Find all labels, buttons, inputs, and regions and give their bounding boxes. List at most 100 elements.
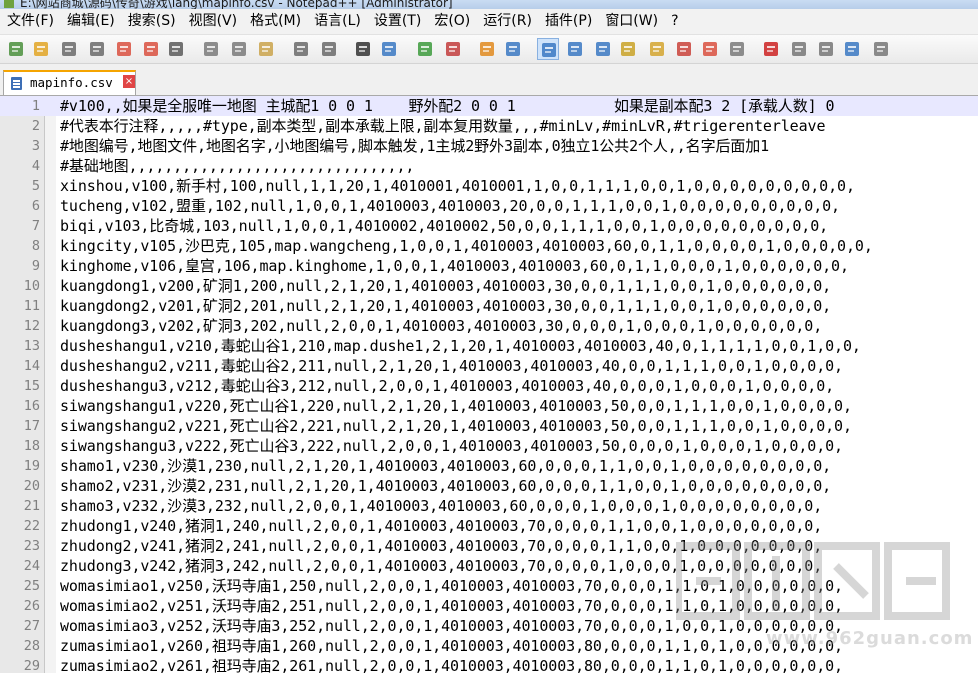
close-icon[interactable] [113, 38, 135, 60]
editor-line[interactable]: 16 siwangshangu1,v220,死亡山谷1,220,null,2,1,… [0, 396, 978, 416]
menu-item-8[interactable]: 运行(R) [476, 9, 538, 34]
line-text[interactable]: #v100,,如果是全服唯一地图 主城配1 0 0 1 野外配2 0 0 1 如… [60, 96, 834, 116]
line-text[interactable]: #地图编号,地图文件,地图名字,小地图编号,脚本触发,1主城2野外3副本,0独立… [60, 136, 769, 156]
editor-line[interactable]: 5 xinshou,v100,新手村,100,null,1,1,20,1,4010… [0, 176, 978, 196]
editor-line[interactable]: 15 dusheshangu3,v212,毒蛇山谷3,212,null,2,0,0… [0, 376, 978, 396]
line-number: 19 [23, 458, 40, 474]
menu-item-4[interactable]: 格式(M) [243, 9, 307, 34]
run-macro-multiple-icon[interactable] [841, 38, 863, 60]
line-text[interactable]: shamo1,v230,沙漠1,230,null,2,1,20,1,401000… [60, 456, 831, 476]
indent-guide-icon[interactable] [592, 38, 614, 60]
editor-line[interactable]: 12 kuangdong3,v202,矿洞3,202,null,2,0,0,1,4… [0, 316, 978, 336]
paste-icon[interactable] [255, 38, 277, 60]
editor-line[interactable]: 29 zumasimiao2,v261,祖玛寺庙2,261,null,2,0,0,… [0, 656, 978, 673]
line-text[interactable]: #基础地图,,,,,,,,,,,,,,,,,,,,,,,,,,,,,,,, [60, 156, 414, 176]
sync-horizontal-icon[interactable] [502, 38, 524, 60]
line-number: 21 [23, 498, 40, 514]
menu-item-3[interactable]: 视图(V) [182, 9, 244, 34]
editor-line[interactable]: 17 siwangshangu2,v221,死亡山谷2,221,null,2,1,… [0, 416, 978, 436]
copy-icon[interactable] [228, 38, 250, 60]
tab-close-icon[interactable]: × [123, 75, 135, 88]
menu-item-5[interactable]: 语言(L) [307, 9, 367, 34]
new-file-icon[interactable] [5, 38, 27, 60]
editor-line[interactable]: 9 kinghome,v106,皇宫,106,map.kinghome,1,0,0… [0, 256, 978, 276]
monitoring-icon[interactable] [726, 38, 748, 60]
line-text[interactable]: biqi,v103,比奇城,103,null,1,0,0,1,4010002,4… [60, 216, 828, 236]
find-icon[interactable] [352, 38, 374, 60]
menu-item-1[interactable]: 编辑(E) [60, 9, 121, 34]
editor-line[interactable]: 10 kuangdong1,v200,矿洞1,200,null,2,1,20,1,… [0, 276, 978, 296]
line-text[interactable]: kuangdong2,v201,矿洞2,201,null,2,1,20,1,40… [60, 296, 831, 316]
line-number: 7 [31, 218, 40, 234]
record-macro-icon[interactable] [760, 38, 782, 60]
editor-line[interactable]: 3 #地图编号,地图文件,地图名字,小地图编号,脚本触发,1主城2野外3副本,0独… [0, 136, 978, 156]
folder-workspace-icon[interactable] [699, 38, 721, 60]
line-text[interactable]: dusheshangu3,v212,毒蛇山谷3,212,null,2,0,0,1… [60, 376, 834, 396]
line-text[interactable]: xinshou,v100,新手村,100,null,1,1,20,1,40100… [60, 176, 855, 196]
redo-icon[interactable] [318, 38, 340, 60]
zoom-in-icon[interactable] [414, 38, 436, 60]
menu-item-6[interactable]: 设置(T) [367, 9, 427, 34]
editor-line[interactable]: 21 shamo3,v232,沙漠3,232,null,2,0,0,1,40100… [0, 496, 978, 516]
line-text[interactable]: siwangshangu3,v222,死亡山谷3,222,null,2,0,0,… [60, 436, 843, 456]
editor-line[interactable]: 13 dusheshangu1,v210,毒蛇山谷1,210,map.dushe1… [0, 336, 978, 356]
udl-icon[interactable] [617, 38, 639, 60]
line-text[interactable]: kingcity,v105,沙巴克,105,map.wangcheng,1,0,… [60, 236, 873, 256]
play-macro-icon[interactable] [815, 38, 837, 60]
open-file-icon[interactable] [30, 38, 52, 60]
line-number: 18 [23, 438, 40, 454]
undo-icon[interactable] [290, 38, 312, 60]
line-text[interactable]: kuangdong1,v200,矿洞1,200,null,2,1,20,1,40… [60, 276, 831, 296]
line-number: 27 [23, 618, 40, 634]
editor-line[interactable]: 1 #v100,,如果是全服唯一地图 主城配1 0 0 1 野外配2 0 0 1 … [0, 96, 978, 116]
function-list-icon[interactable] [673, 38, 695, 60]
menu-item-2[interactable]: 搜索(S) [121, 9, 182, 34]
save-all-icon[interactable] [86, 38, 108, 60]
editor-line[interactable]: 14 dusheshangu2,v211,毒蛇山谷2,211,null,2,1,2… [0, 356, 978, 376]
save-icon[interactable] [58, 38, 80, 60]
editor-line[interactable]: 20 shamo2,v231,沙漠2,231,null,2,1,20,1,4010… [0, 476, 978, 496]
line-text[interactable]: kinghome,v106,皇宫,106,map.kinghome,1,0,0,… [60, 256, 849, 276]
save-macro-icon[interactable] [870, 38, 892, 60]
menu-item-11[interactable]: ? [664, 9, 684, 34]
editor-line[interactable]: 19 shamo1,v230,沙漠1,230,null,2,1,20,1,4010… [0, 456, 978, 476]
menu-item-7[interactable]: 宏(O) [427, 9, 476, 34]
replace-icon[interactable] [378, 38, 400, 60]
menu-item-9[interactable]: 插件(P) [538, 9, 598, 34]
doc-map-icon[interactable] [646, 38, 668, 60]
line-text[interactable]: zumasimiao2,v261,祖玛寺庙2,261,null,2,0,0,1,… [60, 656, 843, 673]
editor-line[interactable]: 6 tucheng,v102,盟重,102,null,1,0,0,1,401000… [0, 196, 978, 216]
line-number: 28 [23, 638, 40, 654]
menu-item-10[interactable]: 窗口(W) [598, 9, 664, 34]
line-text[interactable]: kuangdong3,v202,矿洞3,202,null,2,0,0,1,401… [60, 316, 822, 336]
editor-line[interactable]: 22 zhudong1,v240,猪洞1,240,null,2,0,0,1,401… [0, 516, 978, 536]
close-all-icon[interactable] [140, 38, 162, 60]
line-text[interactable]: siwangshangu2,v221,死亡山谷2,221,null,2,1,20… [60, 416, 852, 436]
zoom-out-icon[interactable] [442, 38, 464, 60]
line-text[interactable]: dusheshangu1,v210,毒蛇山谷1,210,map.dushe1,2… [60, 336, 861, 356]
cut-icon[interactable] [200, 38, 222, 60]
editor-line[interactable]: 18 siwangshangu3,v222,死亡山谷3,222,null,2,0,… [0, 436, 978, 456]
print-icon[interactable] [165, 38, 187, 60]
tab-mapinfo[interactable]: mapinfo.csv × [3, 70, 136, 95]
line-number: 3 [31, 138, 40, 154]
editor-line[interactable]: 2 #代表本行注释,,,,,#type,副本类型,副本承载上限,副本复用数量,,,… [0, 116, 978, 136]
line-text[interactable]: shamo2,v231,沙漠2,231,null,2,1,20,1,401000… [60, 476, 831, 496]
line-number: 22 [23, 518, 40, 534]
menu-item-0[interactable]: 文件(F) [0, 9, 60, 34]
word-wrap-icon[interactable] [537, 38, 559, 60]
editor-line[interactable]: 8 kingcity,v105,沙巴克,105,map.wangcheng,1,0… [0, 236, 978, 256]
show-all-chars-icon[interactable] [564, 38, 586, 60]
editor-line[interactable]: 7 biqi,v103,比奇城,103,null,1,0,0,1,4010002,… [0, 216, 978, 236]
line-text[interactable]: #代表本行注释,,,,,#type,副本类型,副本承载上限,副本复用数量,,,#… [60, 116, 826, 136]
stop-record-icon[interactable] [788, 38, 810, 60]
editor[interactable]: 1 #v100,,如果是全服唯一地图 主城配1 0 0 1 野外配2 0 0 1 … [0, 96, 978, 673]
line-text[interactable]: dusheshangu2,v211,毒蛇山谷2,211,null,2,1,20,… [60, 356, 843, 376]
sync-vertical-icon[interactable] [476, 38, 498, 60]
line-text[interactable]: shamo3,v232,沙漠3,232,null,2,0,0,1,4010003… [60, 496, 822, 516]
line-text[interactable]: siwangshangu1,v220,死亡山谷1,220,null,2,1,20… [60, 396, 852, 416]
line-text[interactable]: zhudong1,v240,猪洞1,240,null,2,0,0,1,40100… [60, 516, 822, 536]
line-text[interactable]: tucheng,v102,盟重,102,null,1,0,0,1,4010003… [60, 196, 840, 216]
editor-line[interactable]: 11 kuangdong2,v201,矿洞2,201,null,2,1,20,1,… [0, 296, 978, 316]
editor-line[interactable]: 4 #基础地图,,,,,,,,,,,,,,,,,,,,,,,,,,,,,,,, [0, 156, 978, 176]
